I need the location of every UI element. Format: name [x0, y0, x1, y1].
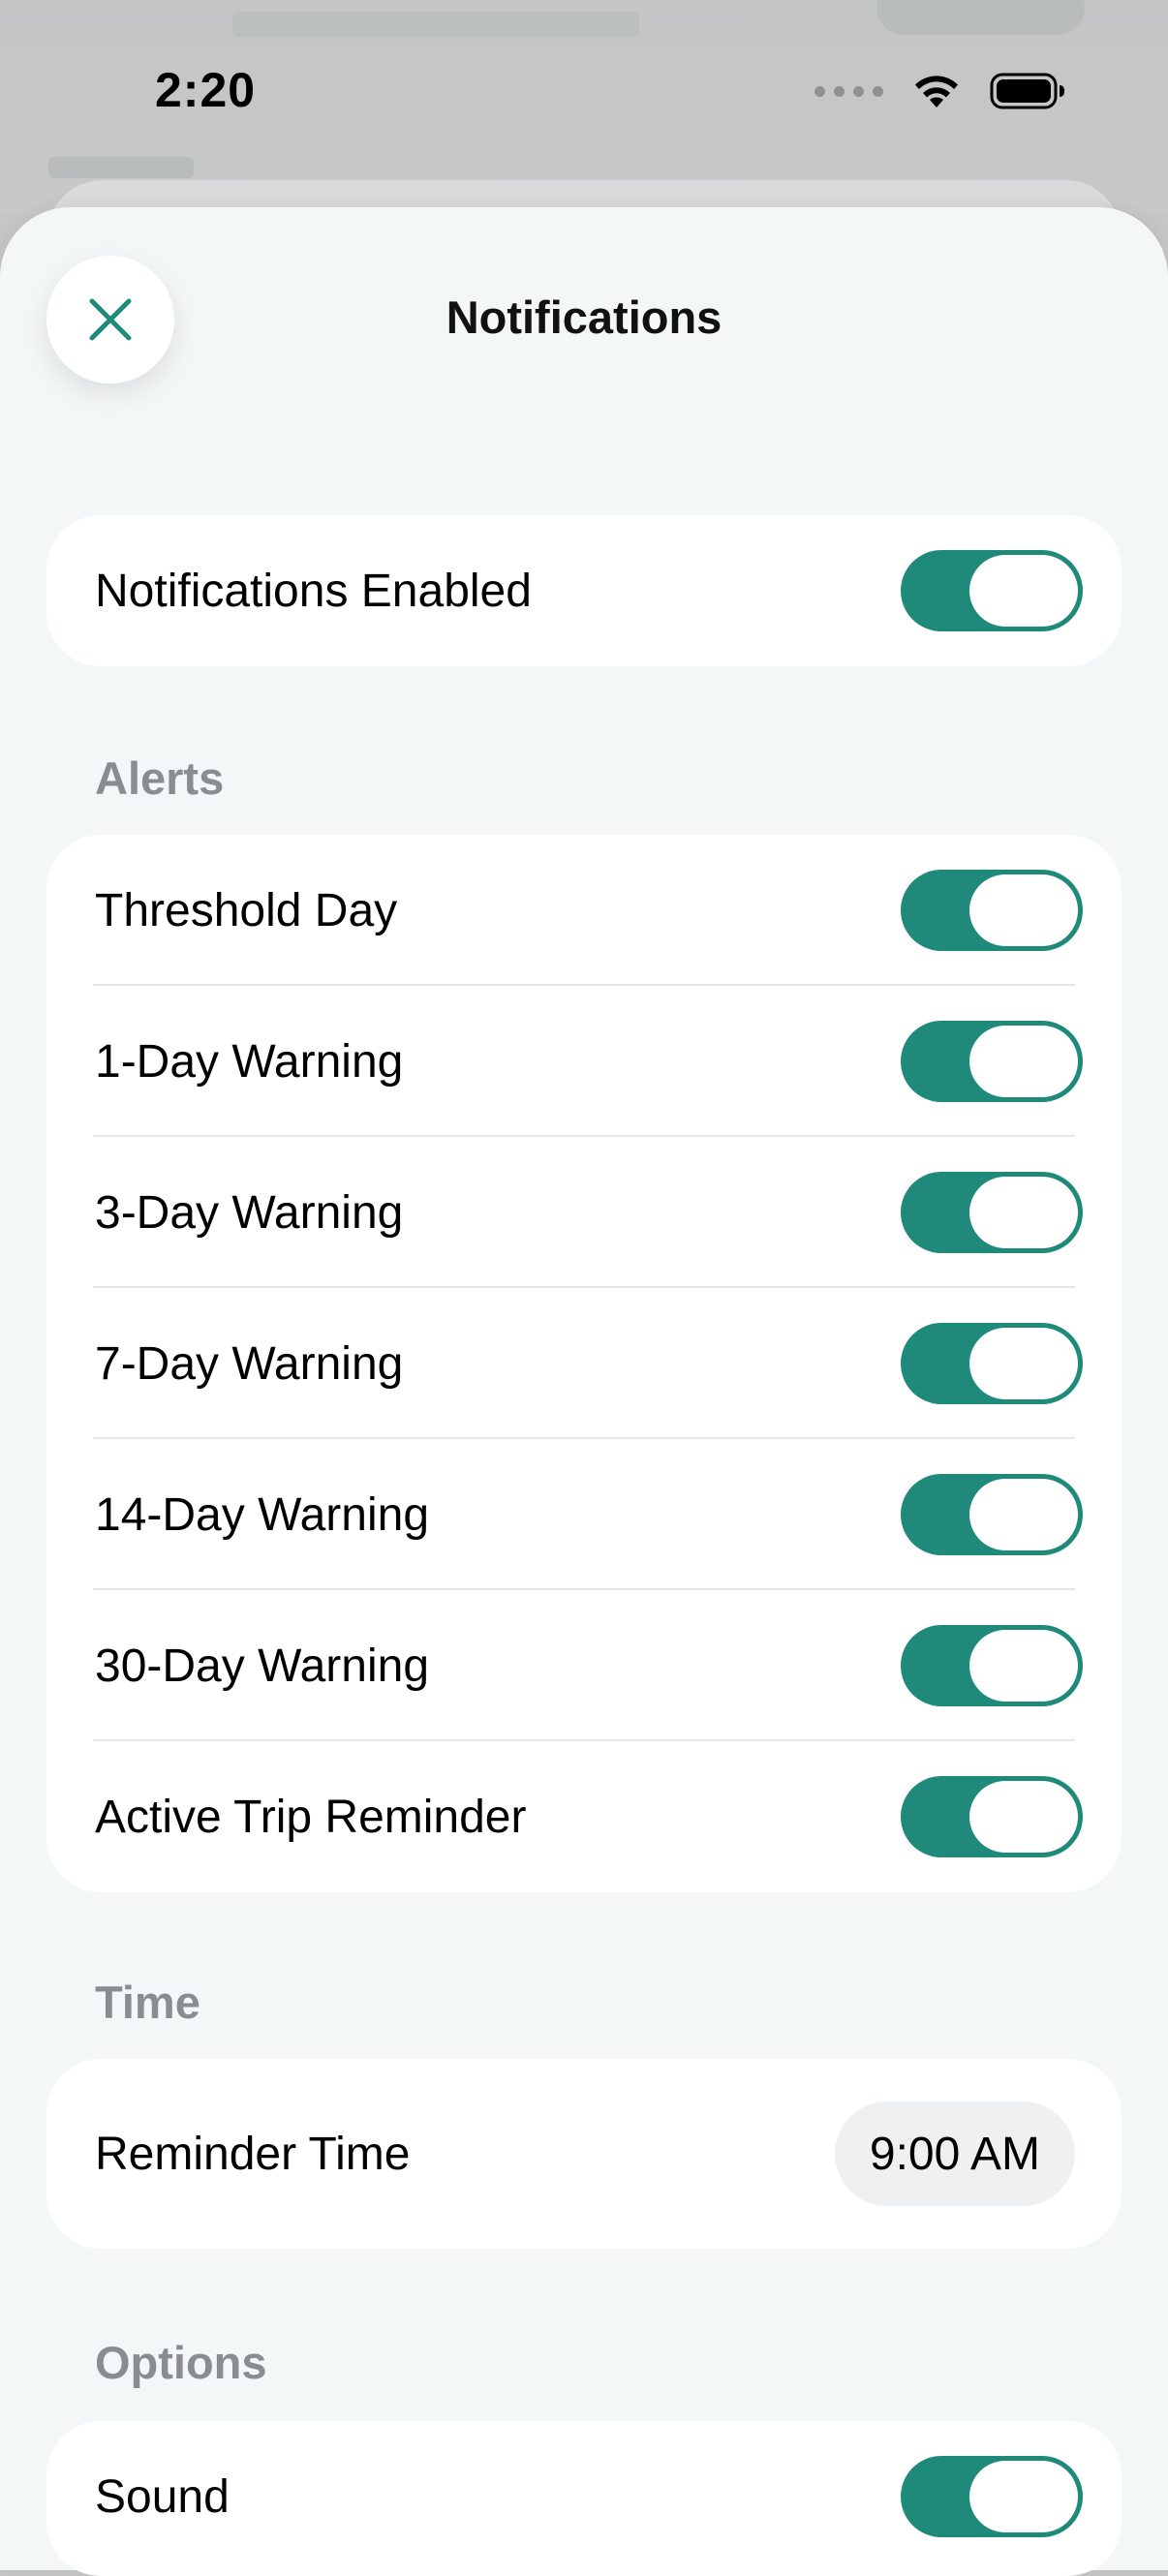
30-day-warning-toggle[interactable] [901, 1625, 1083, 1706]
alert-label: Active Trip Reminder [95, 1791, 527, 1843]
alert-label: 7-Day Warning [95, 1337, 404, 1390]
status-icons [815, 72, 1065, 110]
sound-row: Sound [46, 2421, 1122, 2572]
alert-row-active-trip: Active Trip Reminder [46, 1741, 1122, 1892]
alert-label: 1-Day Warning [95, 1035, 404, 1088]
reminder-time-picker[interactable]: 9:00 AM [834, 2101, 1075, 2206]
status-time: 2:20 [155, 63, 257, 117]
threshold-day-toggle[interactable] [901, 870, 1083, 951]
alert-row-3-day: 3-Day Warning [46, 1137, 1122, 1288]
notifications-enabled-toggle[interactable] [901, 550, 1083, 631]
active-trip-reminder-toggle[interactable] [901, 1776, 1083, 1857]
time-section-label: Time [95, 1977, 200, 2028]
signal-dots-icon [815, 85, 883, 97]
battery-icon [990, 73, 1064, 109]
status-bar: 2:20 [0, 0, 1168, 184]
7-day-warning-toggle[interactable] [901, 1323, 1083, 1404]
time-card: Reminder Time 9:00 AM [46, 2059, 1122, 2249]
notifications-enabled-label: Notifications Enabled [95, 565, 532, 617]
alert-label: Threshold Day [95, 884, 398, 936]
alert-label: 30-Day Warning [95, 1640, 430, 1692]
alert-row-1-day: 1-Day Warning [46, 986, 1122, 1137]
alerts-card: Threshold Day 1-Day Warning 3-Day Warnin… [46, 835, 1122, 1892]
sound-toggle[interactable] [901, 2456, 1083, 2537]
alert-label: 3-Day Warning [95, 1186, 404, 1239]
options-section-label: Options [95, 2337, 267, 2388]
options-card: Sound [46, 2421, 1122, 2576]
alerts-section-label: Alerts [95, 752, 225, 804]
alert-row-7-day: 7-Day Warning [46, 1288, 1122, 1439]
14-day-warning-toggle[interactable] [901, 1474, 1083, 1555]
alert-row-threshold-day: Threshold Day [46, 835, 1122, 986]
reminder-time-label: Reminder Time [95, 2128, 411, 2180]
master-toggle-card: Notifications Enabled [46, 515, 1122, 666]
sound-label: Sound [95, 2470, 230, 2523]
notifications-enabled-row: Notifications Enabled [46, 515, 1122, 666]
page-title: Notifications [446, 291, 722, 343]
alert-row-30-day: 30-Day Warning [46, 1590, 1122, 1741]
notifications-sheet: Notifications Notifications Enabled Aler… [0, 207, 1168, 2576]
alert-row-14-day: 14-Day Warning [46, 1439, 1122, 1590]
1-day-warning-toggle[interactable] [901, 1021, 1083, 1102]
3-day-warning-toggle[interactable] [901, 1172, 1083, 1253]
reminder-time-row: Reminder Time 9:00 AM [46, 2059, 1122, 2249]
wifi-icon [915, 76, 958, 107]
alert-label: 14-Day Warning [95, 1488, 430, 1541]
